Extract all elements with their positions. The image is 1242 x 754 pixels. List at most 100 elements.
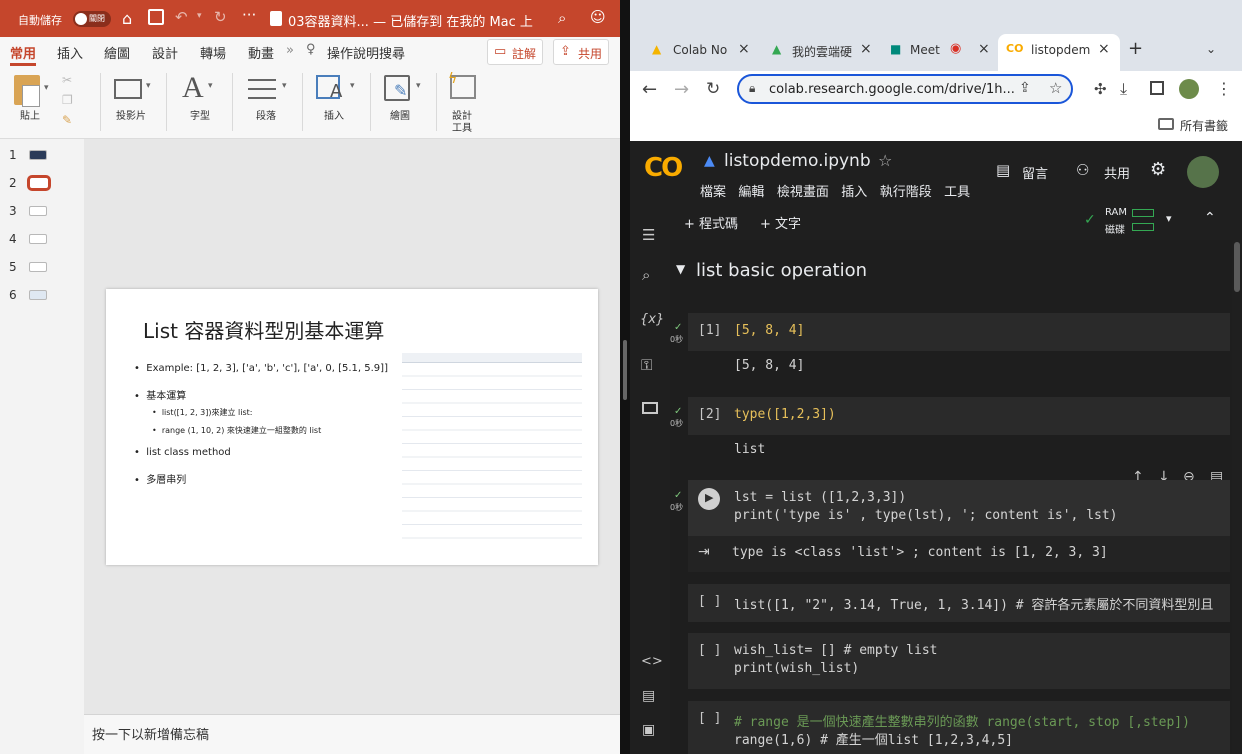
people-icon[interactable]: ⚇ <box>1076 161 1089 179</box>
browser-tab-colab-notes[interactable]: ▲ Colab No × <box>646 38 756 64</box>
cell-code[interactable]: [5, 8, 4] <box>734 323 804 338</box>
terminal-icon[interactable]: ▣ <box>642 722 655 738</box>
avatar[interactable] <box>1187 156 1219 188</box>
tab-home[interactable]: 常用 <box>10 43 36 62</box>
all-bookmarks-button[interactable]: 所有書籤 <box>1180 117 1228 134</box>
search-icon[interactable]: ⌕ <box>558 9 566 27</box>
chevron-down-icon[interactable]: ▾ <box>44 83 49 93</box>
comment-button[interactable]: 留言 <box>1022 163 1048 182</box>
slide-thumbnail-5[interactable]: 5 <box>0 257 84 279</box>
chevron-down-icon[interactable]: ▾ <box>197 11 202 21</box>
cell-code[interactable]: type([1,2,3]) <box>734 407 836 422</box>
extensions-icon[interactable]: ✣ <box>1094 80 1107 98</box>
add-text-button[interactable]: + 文字 <box>760 213 801 232</box>
tell-me-search[interactable]: 操作說明搜尋 <box>327 43 405 62</box>
command-palette-icon[interactable]: ▤ <box>642 688 655 704</box>
slides-icon[interactable] <box>114 79 142 99</box>
menu-runtime[interactable]: 執行階段 <box>880 185 932 200</box>
tab-draw[interactable]: 繪圖 <box>104 43 130 62</box>
search-icon[interactable]: ⌕ <box>642 266 650 284</box>
notes-pane[interactable]: 按一下以新增備忘稿 <box>84 714 620 754</box>
tab-transitions[interactable]: 轉場 <box>200 43 226 62</box>
close-icon[interactable]: × <box>860 41 872 57</box>
chevron-down-icon[interactable]: ▾ <box>350 81 355 91</box>
paste-icon[interactable] <box>14 75 40 107</box>
download-icon[interactable]: ⤓ <box>1120 79 1127 99</box>
slide-thumbnail-4[interactable]: 4 <box>0 229 84 251</box>
slide-thumbnail-6[interactable]: 6 <box>0 285 84 307</box>
star-icon[interactable]: ☆ <box>878 151 892 170</box>
browser-tab-meet[interactable]: ■ Meet ◉ × <box>886 38 996 64</box>
menu-icon[interactable]: ⋮ <box>1216 79 1232 98</box>
colab-logo[interactable]: CO <box>644 153 683 183</box>
cell-code-line[interactable]: lst = list ([1,2,3,3]) <box>734 490 906 505</box>
close-icon[interactable]: × <box>978 41 990 57</box>
divider-handle[interactable] <box>623 340 627 400</box>
redo-icon[interactable]: ↻ <box>214 8 227 26</box>
cell-code-line[interactable]: range(1,6) # 產生一個list [1,2,3,4,5] <box>734 729 1013 748</box>
tab-design[interactable]: 設計 <box>152 43 178 62</box>
share-button[interactable]: ⇪ 共用 <box>553 39 609 65</box>
avatar[interactable] <box>1179 79 1199 99</box>
code-cell[interactable]: [ ] # range 是一個快速產生整數串列的函數 range(start, … <box>688 701 1230 754</box>
comments-button[interactable]: ▭ 註解 <box>487 39 543 65</box>
notebook-title[interactable]: listopdemo.ipynb <box>724 151 871 171</box>
share-icon[interactable]: ⇪ <box>1019 80 1031 96</box>
ram-meter[interactable] <box>1132 209 1154 217</box>
chevron-down-icon[interactable]: ▾ <box>1166 212 1172 225</box>
disk-meter[interactable] <box>1132 223 1154 231</box>
cut-icon[interactable]: ✂ <box>62 73 72 87</box>
toc-icon[interactable]: ☰ <box>642 226 655 244</box>
save-icon[interactable] <box>148 9 164 25</box>
cell-code-line[interactable]: print(wish_list) <box>734 661 859 676</box>
notebook-area[interactable]: ▼ list basic operation ✓ 0秒 [1] [5, 8, 4… <box>670 240 1232 754</box>
cell-code-line[interactable]: wish_list= [] # empty list <box>734 643 938 658</box>
code-cell[interactable]: [1] [5, 8, 4] <box>688 313 1230 351</box>
run-cell-button[interactable]: ▶ <box>698 488 720 510</box>
comment-icon[interactable]: ▤ <box>996 161 1010 179</box>
cell-code-line[interactable]: # range 是一個快速產生整數串列的函數 range(start, stop… <box>734 711 1190 730</box>
paragraph-icon[interactable] <box>248 79 276 99</box>
format-painter-icon[interactable]: ✎ <box>62 113 72 127</box>
home-icon[interactable]: ⌂ <box>122 9 132 28</box>
address-bar[interactable]: 🔒︎ colab.research.google.com/drive/1h...… <box>737 74 1073 104</box>
menu-insert[interactable]: 插入 <box>841 185 867 200</box>
reload-icon[interactable]: ↻ <box>706 79 720 99</box>
forward-icon[interactable]: → <box>674 79 689 100</box>
gear-icon[interactable]: ⚙ <box>1150 159 1166 180</box>
add-code-button[interactable]: + 程式碼 <box>684 213 738 232</box>
browser-tab-drive[interactable]: ▲ 我的雲端硬 × <box>768 38 878 64</box>
close-icon[interactable]: × <box>738 41 750 57</box>
back-icon[interactable]: ← <box>642 79 657 100</box>
code-cell[interactable]: [ ] list([1, "2", 3.14, True, 1, 3.14]) … <box>688 584 1230 622</box>
chevron-down-icon[interactable]: ▾ <box>208 81 213 91</box>
section-heading[interactable]: list basic operation <box>696 260 867 281</box>
chevron-down-icon[interactable]: ▾ <box>146 81 151 91</box>
key-icon[interactable]: ⚿ <box>641 356 652 374</box>
cell-code-line[interactable]: print('type is' , type(lst), '; content … <box>734 508 1118 523</box>
slide-title[interactable]: List 容器資料型別基本運算 <box>143 315 384 344</box>
menu-view[interactable]: 檢視畫面 <box>777 185 829 200</box>
browser-tab-colab-active[interactable]: CO listopdem × <box>998 34 1120 71</box>
menu-edit[interactable]: 編輯 <box>738 185 764 200</box>
scrollbar-thumb[interactable] <box>1234 242 1240 292</box>
chevron-down-icon[interactable]: ▾ <box>416 81 421 91</box>
font-icon[interactable]: A <box>182 71 204 105</box>
side-panel-icon[interactable] <box>1150 81 1164 95</box>
variables-icon[interactable]: {x} <box>640 312 664 327</box>
slide-thumbnail-2[interactable]: 2 <box>0 173 84 195</box>
slide-thumbnail-3[interactable]: 3 <box>0 201 84 223</box>
star-icon[interactable]: ☆ <box>1049 79 1062 97</box>
current-slide[interactable]: List 容器資料型別基本運算 • Example: [1, 2, 3], ['… <box>106 289 598 565</box>
undo-icon[interactable]: ↶ <box>175 8 188 26</box>
code-cell-active[interactable]: ▶ lst = list ([1,2,3,3]) print('type is'… <box>688 480 1230 536</box>
slide-thumbnail-1[interactable]: 1 <box>0 145 84 167</box>
folder-icon[interactable] <box>642 402 658 414</box>
output-menu-icon[interactable]: ⇥ <box>698 544 710 560</box>
code-cell[interactable]: [2] type([1,2,3]) <box>688 397 1230 435</box>
cell-code[interactable]: list([1, "2", 3.14, True, 1, 3.14]) # 容許… <box>734 594 1213 613</box>
menu-tools[interactable]: 工具 <box>944 185 970 200</box>
notebook-scrollbar[interactable] <box>1232 240 1242 754</box>
split-view-divider[interactable] <box>620 0 630 754</box>
share-button[interactable]: 共用 <box>1104 163 1130 182</box>
